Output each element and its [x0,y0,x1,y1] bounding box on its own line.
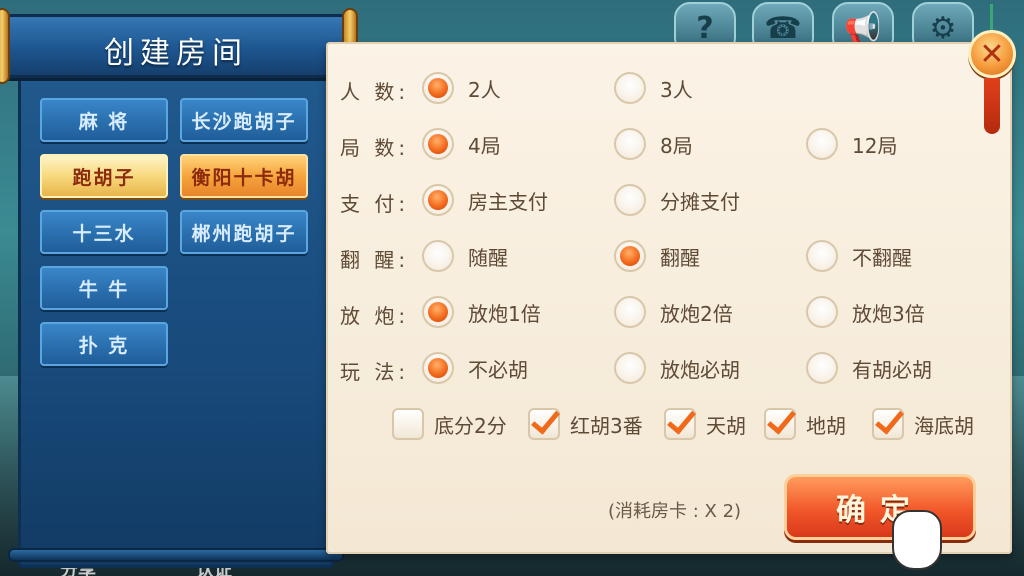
radio-button[interactable] [614,296,646,328]
option-rounds-4[interactable]: 4局 [422,124,501,164]
option-label: 放炮2倍 [660,301,733,326]
option-rules-not-required[interactable]: 不必胡 [422,348,528,388]
option-fanxing-none[interactable]: 不翻醒 [806,236,912,276]
radio-button[interactable] [614,72,646,104]
row-label-rules: 玩 法: [340,360,410,384]
option-label: 分摊支付 [660,189,740,214]
row-label-fanxing: 翻 醒: [340,248,410,272]
checkbox-dihu[interactable]: 地胡 [764,404,846,444]
option-payment-split[interactable]: 分摊支付 [614,180,740,220]
radio-button[interactable] [422,72,454,104]
option-label: 不翻醒 [852,245,912,270]
checkbox-label: 天胡 [706,413,746,438]
confirm-button[interactable]: 确定 [784,474,976,540]
option-label: 随醒 [468,245,508,270]
checkbox-tianhu[interactable]: 天胡 [664,404,746,444]
option-players-2[interactable]: 2人 [422,68,501,108]
game-button-shisanshui[interactable]: 十三水 [40,210,168,254]
radio-button[interactable] [422,184,454,216]
option-players-3[interactable]: 3人 [614,68,693,108]
radio-button[interactable] [614,184,646,216]
option-label: 有胡必胡 [852,357,932,382]
option-fangpao-3x[interactable]: 放炮3倍 [806,292,925,332]
radio-button[interactable] [422,296,454,328]
radio-button[interactable] [806,128,838,160]
radio-button[interactable] [806,296,838,328]
option-label: 3人 [660,77,693,102]
option-label: 房主支付 [468,189,548,214]
checkbox[interactable] [872,408,904,440]
game-button-paohuzi[interactable]: 跑胡子 [40,154,168,198]
option-label: 放炮必胡 [660,357,740,382]
option-rounds-8[interactable]: 8局 [614,124,693,164]
checkbox-label: 红胡3番 [570,413,643,438]
checkbox-label: 地胡 [806,413,846,438]
game-button-chenzhou-paohuzi[interactable]: 郴州跑胡子 [180,210,308,254]
checkbox-label: 底分2分 [434,413,507,438]
game-button-hengyang-shikahu[interactable]: 衡阳十卡胡 [180,154,308,198]
radio-button[interactable] [806,240,838,272]
checkbox-red-hu[interactable]: 红胡3番 [528,404,643,444]
tassel-string [990,4,993,30]
checkbox[interactable] [528,408,560,440]
checkbox-haidihu[interactable]: 海底胡 [872,404,974,444]
row-label-players: 人 数: [340,80,410,104]
option-label: 2人 [468,77,501,102]
option-fanxing-flip[interactable]: 翻醒 [614,236,700,276]
game-button-mahjong[interactable]: 麻 将 [40,98,168,142]
checkbox[interactable] [664,408,696,440]
option-label: 放炮1倍 [468,301,541,326]
radio-button[interactable] [614,240,646,272]
option-payment-host[interactable]: 房主支付 [422,180,548,220]
close-button[interactable]: ✕ [968,30,1016,78]
option-label: 放炮3倍 [852,301,925,326]
option-fanxing-random[interactable]: 随醒 [422,236,508,276]
option-label: 翻醒 [660,245,700,270]
tassel-decoration [984,78,1000,134]
option-label: 4局 [468,133,501,158]
radio-button[interactable] [422,240,454,272]
row-label-rounds: 局 数: [340,136,410,160]
option-rules-fangpao-must[interactable]: 放炮必胡 [614,348,740,388]
option-label: 不必胡 [468,357,528,382]
page-title: 创建房间 [104,36,248,71]
radio-button[interactable] [614,128,646,160]
option-label: 8局 [660,133,693,158]
option-fangpao-2x[interactable]: 放炮2倍 [614,292,733,332]
radio-button[interactable] [422,128,454,160]
row-label-fangpao: 放 炮: [340,304,410,328]
pointer-hand-icon [892,510,942,570]
game-button-niuniu[interactable]: 牛 牛 [40,266,168,310]
checkbox[interactable] [392,408,424,440]
option-rules-hu-must[interactable]: 有胡必胡 [806,348,932,388]
scroll-bottom-edge [8,548,344,562]
radio-button[interactable] [422,352,454,384]
checkbox-label: 海底胡 [914,413,974,438]
checkbox-base-score[interactable]: 底分2分 [392,404,507,444]
option-label: 12局 [852,133,898,158]
radio-button[interactable] [614,352,646,384]
room-card-cost: (消耗房卡 : X 2) [608,501,742,522]
option-fangpao-1x[interactable]: 放炮1倍 [422,292,541,332]
game-button-changsha-paohuzi[interactable]: 长沙跑胡子 [180,98,308,142]
radio-button[interactable] [806,352,838,384]
game-button-poker[interactable]: 扑 克 [40,322,168,366]
checkbox[interactable] [764,408,796,440]
row-label-payment: 支 付: [340,192,410,216]
option-rounds-12[interactable]: 12局 [806,124,897,164]
